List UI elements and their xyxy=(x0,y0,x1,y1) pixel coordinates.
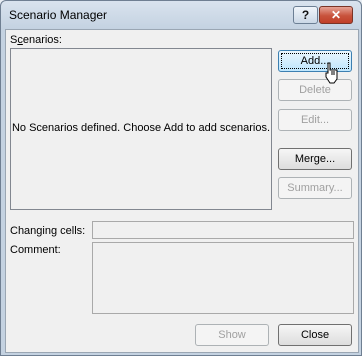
scenarios-list[interactable]: No Scenarios defined. Choose Add to add … xyxy=(10,48,272,210)
merge-button[interactable]: Merge... xyxy=(278,148,352,170)
close-icon: ✕ xyxy=(330,8,342,22)
delete-button[interactable]: Delete xyxy=(278,79,352,101)
scenario-manager-window: Scenario Manager ? ✕ Scenarios: No Scena… xyxy=(0,0,362,356)
changing-cells-label: Changing cells: xyxy=(10,225,86,237)
window-title: Scenario Manager xyxy=(9,8,108,22)
comment-field[interactable] xyxy=(92,242,354,314)
add-button[interactable]: Add... xyxy=(278,50,352,72)
changing-cells-field[interactable] xyxy=(92,221,354,239)
window-close-button[interactable]: ✕ xyxy=(319,6,353,24)
mouse-pointer-icon xyxy=(325,62,338,84)
empty-scenarios-message: No Scenarios defined. Choose Add to add … xyxy=(11,122,271,134)
title-bar: Scenario Manager ? ✕ xyxy=(1,1,361,31)
close-button[interactable]: Close xyxy=(278,324,352,346)
help-button[interactable]: ? xyxy=(293,6,318,24)
summary-button[interactable]: Summary... xyxy=(278,177,352,199)
scenarios-label: Scenarios: xyxy=(10,34,62,46)
show-button[interactable]: Show xyxy=(195,324,269,346)
scenarios-label-rest: enarios: xyxy=(22,34,62,46)
comment-label: Comment: xyxy=(10,244,61,256)
edit-button[interactable]: Edit... xyxy=(278,109,352,131)
dialog-body: Scenarios: No Scenarios defined. Choose … xyxy=(5,29,359,353)
